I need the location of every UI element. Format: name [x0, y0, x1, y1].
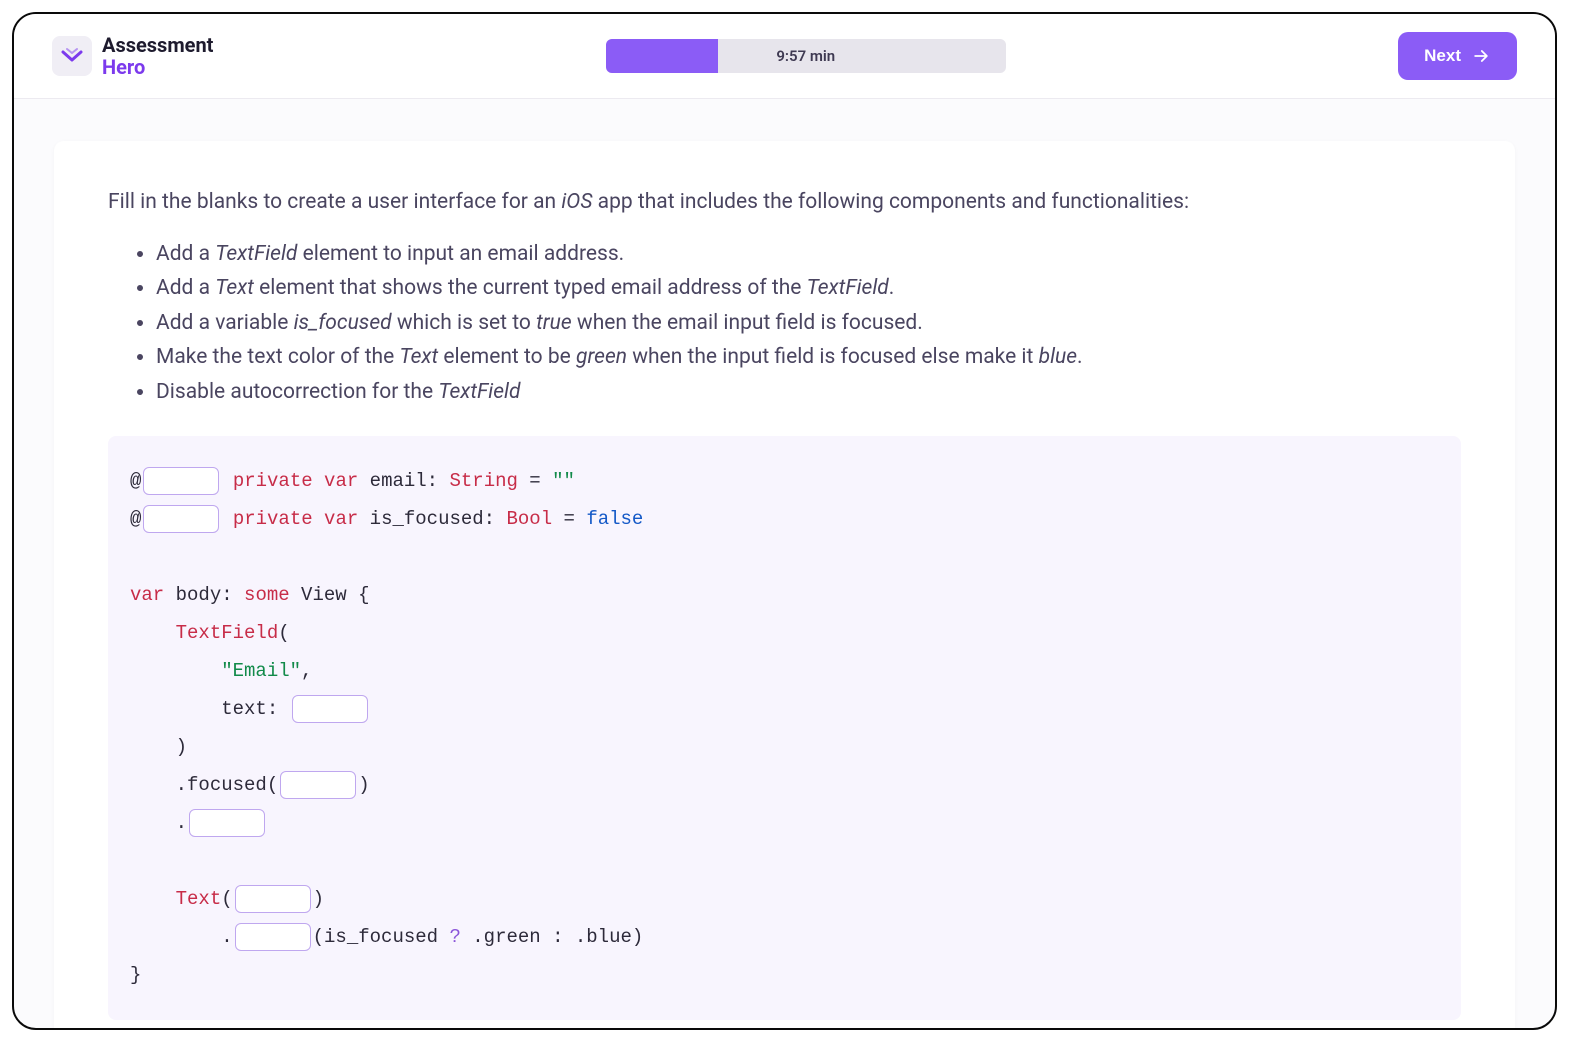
- blank-input-6[interactable]: [235, 885, 311, 913]
- blank-input-2[interactable]: [143, 505, 219, 533]
- timer-progress-fill: [606, 39, 718, 73]
- brand-line1: Assessment: [102, 33, 213, 57]
- brand-name: Assessment Hero: [102, 34, 213, 78]
- blank-input-1[interactable]: [143, 467, 219, 495]
- content-area: Fill in the blanks to create a user inte…: [14, 99, 1555, 1028]
- requirements-list: Add a TextField element to input an emai…: [108, 237, 1461, 410]
- header-bar: Assessment Hero 9:57 min Next: [14, 14, 1555, 99]
- brand-line2: Hero: [102, 56, 213, 78]
- brand-logo: Assessment Hero: [52, 34, 213, 78]
- timer-progress: 9:57 min: [606, 39, 1006, 73]
- app-window: Assessment Hero 9:57 min Next Fill in th…: [12, 12, 1557, 1030]
- next-button-label: Next: [1424, 46, 1461, 66]
- code-block: @ private var email: String = ""@ privat…: [108, 436, 1461, 1020]
- arrow-right-icon: [1471, 46, 1491, 66]
- list-item: Add a Text element that shows the curren…: [156, 271, 1461, 306]
- list-item: Disable autocorrection for the TextField: [156, 375, 1461, 410]
- blank-input-7[interactable]: [235, 923, 311, 951]
- blank-input-4[interactable]: [280, 771, 356, 799]
- list-item: Add a TextField element to input an emai…: [156, 237, 1461, 272]
- brand-logo-icon: [52, 36, 92, 76]
- list-item: Make the text color of the Text element …: [156, 340, 1461, 375]
- timer-label: 9:57 min: [776, 47, 835, 65]
- question-card: Fill in the blanks to create a user inte…: [54, 141, 1515, 1028]
- blank-input-5[interactable]: [189, 809, 265, 837]
- question-prompt: Fill in the blanks to create a user inte…: [108, 187, 1461, 219]
- next-button[interactable]: Next: [1398, 32, 1517, 80]
- blank-input-3[interactable]: [292, 695, 368, 723]
- list-item: Add a variable is_focused which is set t…: [156, 306, 1461, 341]
